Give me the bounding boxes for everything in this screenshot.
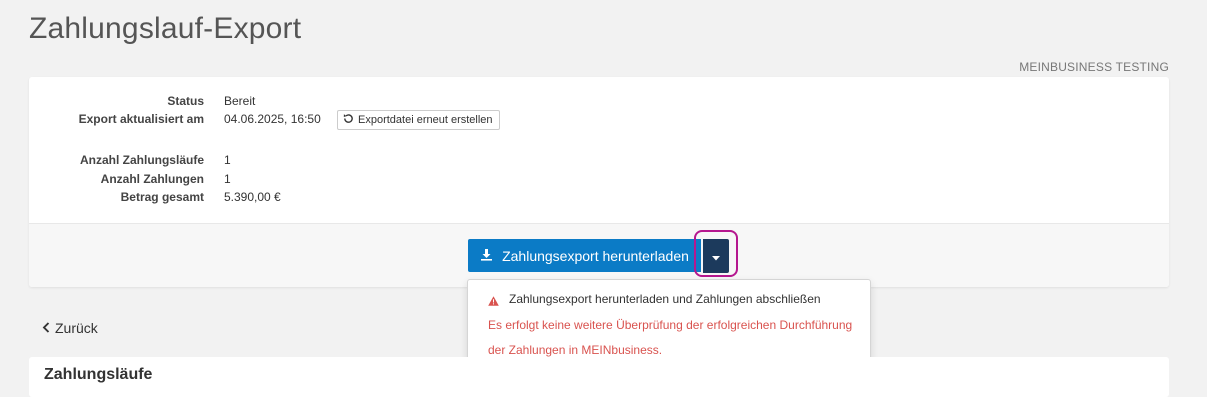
refresh-icon [343, 113, 354, 127]
company-name: MEINBUSINESS TESTING [1019, 60, 1169, 74]
regenerate-export-label: Exportdatei erneut erstellen [358, 114, 493, 126]
back-link[interactable]: Zurück [42, 320, 98, 336]
page-title: Zahlungslauf-Export [29, 12, 302, 45]
payments-label: Anzahl Zahlungen [100, 172, 204, 186]
export-details-card: Status Bereit Export aktualisiert am 04.… [29, 77, 1169, 287]
updated-label: Export aktualisiert am [78, 112, 204, 126]
status-label: Status [167, 94, 204, 108]
payment-runs-section: Zahlungsläufe [29, 357, 1169, 397]
menu-warning-note-line1: Es erfolgt keine weitere Überprüfung der… [488, 318, 853, 332]
download-button-group: Zahlungsexport herunterladen [468, 239, 701, 272]
runs-value: 1 [224, 153, 231, 167]
payments-value: 1 [224, 172, 231, 186]
download-icon [480, 248, 493, 264]
section-title: Zahlungsläufe [44, 366, 153, 383]
status-value: Bereit [224, 94, 256, 108]
download-export-label: Zahlungsexport herunterladen [502, 247, 689, 264]
caret-down-icon [712, 249, 720, 264]
menu-warning-note-line2: der Zahlungen in MEINbusiness. [488, 343, 663, 357]
warning-icon [488, 293, 499, 311]
total-label: Betrag gesamt [120, 190, 204, 204]
regenerate-export-button[interactable]: Exportdatei erneut erstellen [337, 110, 500, 130]
download-and-complete-menu-item[interactable]: Zahlungsexport herunterladen und Zahlung… [509, 292, 821, 306]
chevron-left-icon [42, 320, 50, 336]
back-label: Zurück [55, 320, 98, 336]
runs-label: Anzahl Zahlungsläufe [79, 153, 204, 167]
download-export-button[interactable]: Zahlungsexport herunterladen [468, 239, 701, 272]
total-value: 5.390,00 € [224, 190, 281, 204]
download-options-dropdown-toggle[interactable] [703, 239, 729, 273]
download-options-menu: Zahlungsexport herunterladen und Zahlung… [467, 279, 871, 369]
updated-value: 04.06.2025, 16:50 [224, 112, 321, 126]
